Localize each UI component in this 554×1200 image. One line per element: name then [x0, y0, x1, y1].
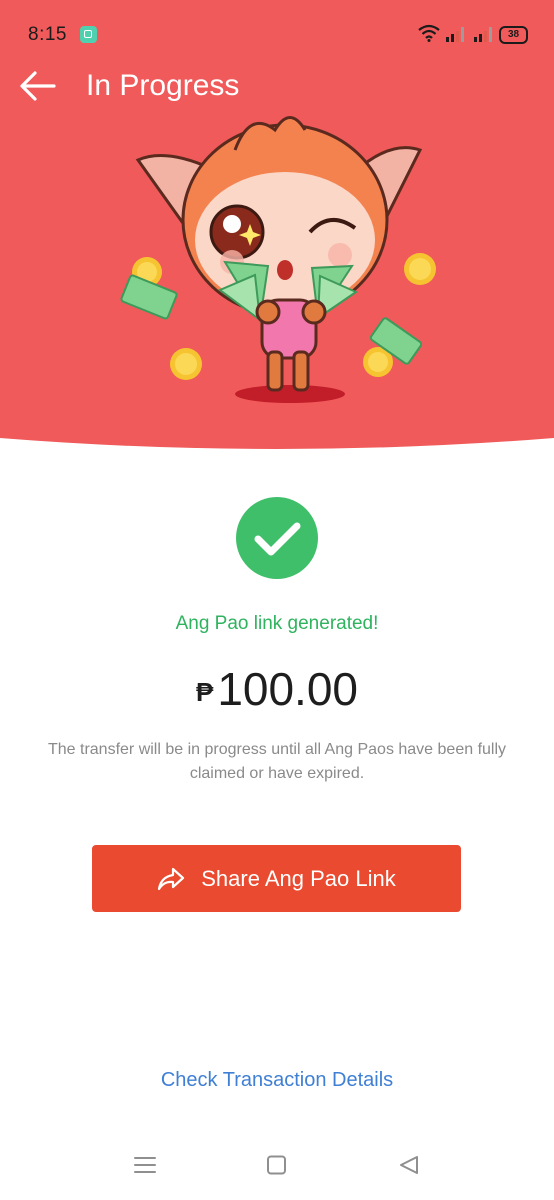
- success-check-icon: [236, 497, 318, 579]
- info-text: The transfer will be in progress until a…: [47, 741, 507, 782]
- battery-icon: 38: [499, 26, 528, 44]
- recent-apps-button[interactable]: [134, 1155, 156, 1180]
- check-transaction-details-link[interactable]: Check Transaction Details: [0, 1069, 554, 1092]
- back-button[interactable]: [18, 68, 58, 104]
- share-icon: [158, 867, 185, 890]
- signal-icon: [446, 27, 464, 42]
- signal-icon: [474, 27, 492, 42]
- back-nav-button[interactable]: [398, 1155, 420, 1180]
- currency-symbol: ₱: [195, 677, 214, 707]
- status-bar: 8:15 38: [0, 0, 554, 68]
- page-title: In Progress: [86, 69, 240, 102]
- square-icon: [267, 1155, 286, 1175]
- system-navigation-bar: [0, 1140, 554, 1200]
- menu-icon: [134, 1157, 156, 1173]
- status-indicators: 38: [418, 24, 528, 44]
- notification-app-icon: [80, 26, 97, 43]
- app-bar: In Progress: [0, 64, 554, 108]
- amount-display: ₱100.00: [0, 662, 554, 716]
- status-time: 8:15: [28, 24, 67, 45]
- arrow-left-icon: [20, 71, 56, 101]
- triangle-back-icon: [400, 1156, 418, 1174]
- wifi-icon: [418, 24, 440, 42]
- home-button[interactable]: [266, 1155, 288, 1180]
- share-link-button[interactable]: Share Ang Pao Link: [92, 845, 461, 912]
- amount-value: 100.00: [217, 663, 359, 715]
- share-button-label: Share Ang Pao Link: [201, 865, 396, 891]
- status-message: Ang Pao link generated!: [175, 613, 379, 634]
